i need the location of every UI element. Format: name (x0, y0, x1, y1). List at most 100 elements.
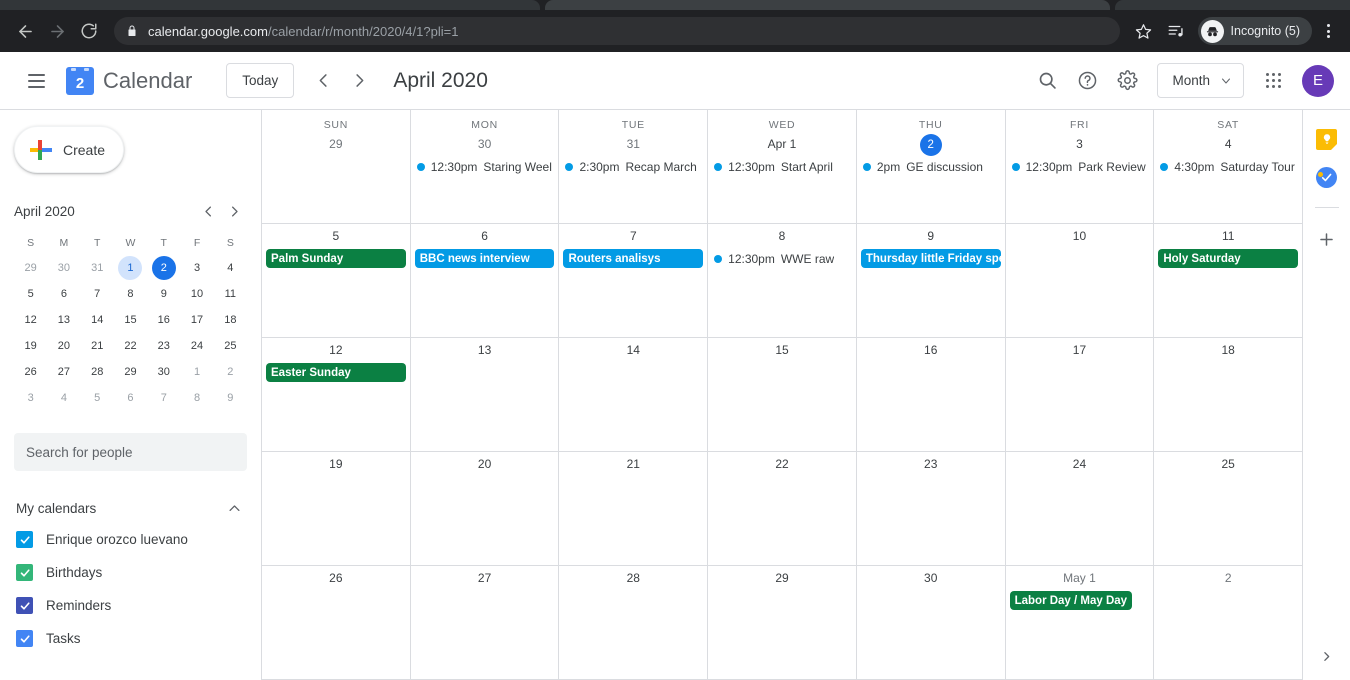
back-button[interactable] (10, 16, 40, 46)
event-timed[interactable]: 2pm GE discussion (861, 157, 1001, 177)
day-cell[interactable]: 9 Thursday little Friday spe (857, 224, 1006, 337)
day-number[interactable]: 21 (559, 453, 707, 475)
mini-next-button[interactable] (221, 198, 247, 224)
mini-day-number[interactable]: 2 (218, 360, 242, 384)
mini-day-number[interactable]: 15 (118, 308, 142, 332)
mini-day-cell[interactable]: 19 (14, 333, 47, 359)
mini-day-cell[interactable]: 4 (47, 385, 80, 411)
mini-day-cell[interactable]: 25 (214, 333, 247, 359)
day-cell[interactable]: 2 (1154, 566, 1302, 679)
main-menu-button[interactable] (16, 61, 56, 101)
mini-day-cell[interactable]: 9 (214, 385, 247, 411)
day-cell[interactable]: 8 12:30pm WWE raw (708, 224, 857, 337)
view-mode-select[interactable]: Month (1157, 63, 1244, 98)
mini-day-cell[interactable]: 30 (47, 255, 80, 281)
day-cell[interactable]: 5 Palm Sunday (262, 224, 411, 337)
create-button[interactable]: Create (14, 126, 124, 173)
mini-day-number[interactable]: 3 (19, 386, 43, 410)
day-cell[interactable]: 27 (411, 566, 560, 679)
mini-day-cell[interactable]: 21 (81, 333, 114, 359)
day-number[interactable]: 10 (1006, 225, 1154, 247)
mini-calendar-grid[interactable]: SMTWTFS 29 30 31 1 2 3 4 5 6 7 8 9 10 11 12 13 14 15 16 17 1… (14, 231, 247, 411)
day-cell[interactable]: 24 (1006, 452, 1155, 565)
day-number[interactable]: 6 (411, 225, 559, 247)
mini-day-cell[interactable]: 22 (114, 333, 147, 359)
day-cell[interactable]: 20 (411, 452, 560, 565)
calendar-checkbox[interactable] (16, 630, 33, 647)
browser-tab-left[interactable] (0, 0, 540, 10)
my-calendars-list[interactable]: Enrique orozco luevano Birthdays Reminders… (0, 523, 261, 655)
my-calendars-header[interactable]: My calendars (0, 493, 261, 523)
day-number[interactable]: Apr 1 (708, 133, 856, 155)
mini-day-cell[interactable]: 5 (14, 281, 47, 307)
day-cell[interactable]: 30 (857, 566, 1006, 679)
event-timed[interactable]: 4:30pm Saturday Tour (1158, 157, 1298, 177)
day-number[interactable]: 20 (411, 453, 559, 475)
mini-day-number[interactable]: 16 (152, 308, 176, 332)
mini-day-number[interactable]: 20 (52, 334, 76, 358)
mini-day-number[interactable]: 6 (52, 282, 76, 306)
mini-day-number[interactable]: 26 (19, 360, 43, 384)
mini-day-cell[interactable]: 16 (147, 307, 180, 333)
mini-day-number[interactable]: 23 (152, 334, 176, 358)
day-number[interactable]: 29 (262, 133, 410, 155)
day-cell[interactable]: 10 (1006, 224, 1155, 337)
browser-tab-right[interactable] (1115, 0, 1350, 10)
event-chip[interactable]: Thursday little Friday spe (860, 249, 1001, 268)
mini-day-number[interactable]: 27 (52, 360, 76, 384)
day-number[interactable]: 19 (262, 453, 410, 475)
mini-day-number[interactable]: 8 (118, 282, 142, 306)
mini-day-number[interactable]: 30 (152, 360, 176, 384)
day-cell[interactable]: 19 (262, 452, 411, 565)
day-number[interactable]: 9 (857, 225, 1005, 247)
mini-day-cell[interactable]: 13 (47, 307, 80, 333)
day-number[interactable]: 11 (1154, 225, 1302, 247)
mini-day-cell[interactable]: 12 (14, 307, 47, 333)
address-bar[interactable]: calendar.google.com/calendar/r/month/202… (114, 17, 1120, 45)
day-cell[interactable]: 13 (411, 338, 560, 451)
mini-day-number[interactable]: 21 (85, 334, 109, 358)
help-button[interactable] (1067, 61, 1107, 101)
mini-day-number[interactable]: 5 (85, 386, 109, 410)
day-number[interactable]: 18 (1154, 339, 1302, 361)
mini-day-number[interactable]: 4 (218, 256, 242, 280)
day-number[interactable]: 30 (411, 133, 559, 155)
mini-day-number[interactable]: 19 (19, 334, 43, 358)
mini-day-cell[interactable]: 3 (180, 255, 213, 281)
mini-day-cell[interactable]: 15 (114, 307, 147, 333)
mini-day-cell[interactable]: 5 (81, 385, 114, 411)
mini-day-number[interactable]: 3 (185, 256, 209, 280)
day-cell[interactable]: 11 Holy Saturday (1154, 224, 1302, 337)
day-cell[interactable]: 6 BBC news interview (411, 224, 560, 337)
my-calendar-item[interactable]: Reminders (0, 589, 261, 622)
event-timed[interactable]: 12:30pm Staring Weel (415, 157, 555, 177)
day-number[interactable]: 3 (1006, 133, 1154, 155)
day-number[interactable]: 8 (708, 225, 856, 247)
mini-day-cell[interactable]: 7 (81, 281, 114, 307)
mini-day-number[interactable]: 17 (185, 308, 209, 332)
mini-day-number[interactable]: 31 (85, 256, 109, 280)
hide-side-panel-button[interactable] (1315, 644, 1339, 668)
tab-strip[interactable] (0, 0, 1350, 10)
event-chip[interactable]: BBC news interview (414, 249, 555, 268)
event-chip[interactable]: Labor Day / May Day (1009, 591, 1133, 610)
day-number[interactable]: 27 (411, 567, 559, 589)
mini-day-cell[interactable]: 27 (47, 359, 80, 385)
mini-day-cell[interactable]: 9 (147, 281, 180, 307)
day-cell[interactable]: 26 (262, 566, 411, 679)
media-control-button[interactable] (1162, 17, 1190, 45)
event-timed[interactable]: 2:30pm Recap March (563, 157, 703, 177)
event-timed[interactable]: 12:30pm Park Review (1010, 157, 1150, 177)
day-number[interactable]: 23 (857, 453, 1005, 475)
day-number[interactable]: 14 (559, 339, 707, 361)
mini-day-number[interactable]: 8 (185, 386, 209, 410)
mini-day-cell[interactable]: 30 (147, 359, 180, 385)
mini-day-cell[interactable]: 10 (180, 281, 213, 307)
today-button[interactable]: Today (226, 63, 295, 98)
mini-day-cell[interactable]: 2 (214, 359, 247, 385)
day-number[interactable]: 13 (411, 339, 559, 361)
day-cell[interactable]: SAT 4 4:30pm Saturday Tour (1154, 110, 1302, 223)
forward-button[interactable] (42, 16, 72, 46)
tasks-button[interactable] (1315, 165, 1339, 189)
day-cell[interactable]: SUN 29 (262, 110, 411, 223)
